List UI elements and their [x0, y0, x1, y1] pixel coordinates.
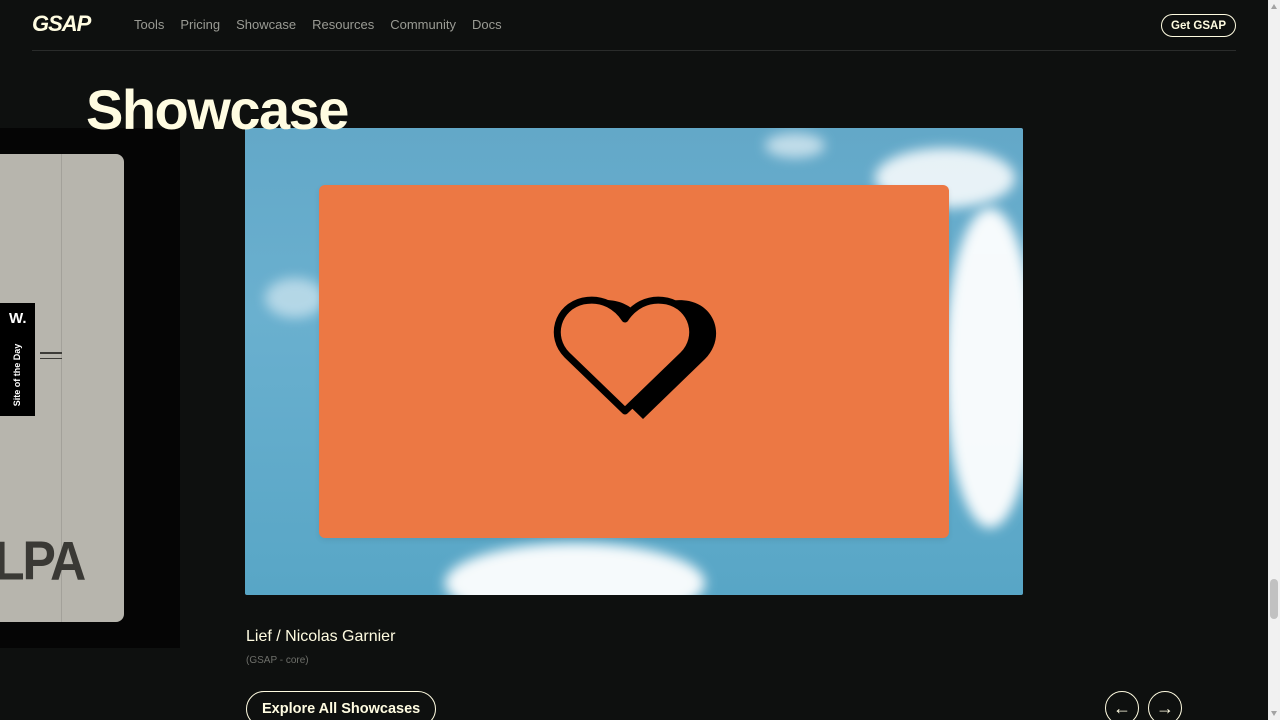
main-nav: Tools Pricing Showcase Resources Communi… [134, 17, 518, 32]
hamburger-icon [40, 352, 62, 363]
awwwards-logo: W. [9, 310, 27, 327]
featured-showcase-image[interactable] [245, 128, 1023, 595]
scroll-down-icon[interactable] [1271, 711, 1277, 716]
cloud [765, 133, 825, 158]
next-arrow-button[interactable]: → [1148, 691, 1182, 720]
nav-resources[interactable]: Resources [312, 17, 374, 32]
heart-icon [553, 296, 717, 419]
site-of-the-day-badge[interactable]: W. Site of the Day [0, 303, 35, 416]
site-header: GSAP Tools Pricing Showcase Resources Co… [32, 0, 1236, 51]
cloud [445, 543, 705, 595]
scrollbar-thumb[interactable] [1270, 579, 1278, 619]
arrow-right-icon: → [1156, 697, 1174, 718]
scroll-up-icon[interactable] [1271, 4, 1277, 9]
explore-all-showcases-button[interactable]: Explore All Showcases [246, 691, 437, 720]
nav-pricing[interactable]: Pricing [180, 17, 220, 32]
showcase-tags: (GSAP - core) [246, 655, 309, 666]
award-label: Site of the Day [12, 343, 22, 407]
page-title: Showcase [86, 78, 349, 141]
scrollbar[interactable] [1268, 0, 1280, 720]
featured-orange-panel [319, 185, 949, 538]
nav-showcase[interactable]: Showcase [236, 17, 296, 32]
previous-arrow-button[interactable]: ← [1105, 691, 1139, 720]
cloud [945, 208, 1023, 528]
cloud [265, 278, 325, 318]
arrow-left-icon: ← [1113, 697, 1131, 718]
showcase-title[interactable]: Lief / Nicolas Garnier [246, 628, 395, 646]
page: GSAP Tools Pricing Showcase Resources Co… [0, 0, 1280, 720]
get-gsap-button[interactable]: Get GSAP [1161, 14, 1236, 37]
gsap-logo[interactable]: GSAP [32, 11, 91, 37]
nav-community[interactable]: Community [390, 17, 456, 32]
previous-card-brand-text: LPA [0, 530, 86, 592]
nav-tools[interactable]: Tools [134, 17, 164, 32]
nav-docs[interactable]: Docs [472, 17, 502, 32]
